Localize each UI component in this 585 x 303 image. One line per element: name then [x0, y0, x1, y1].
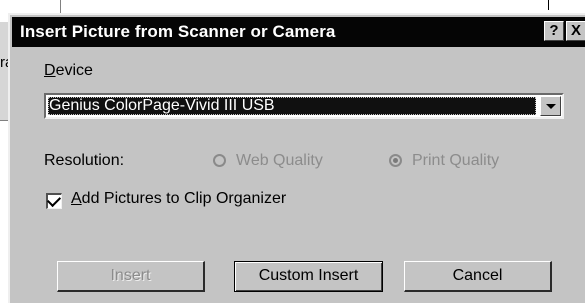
screen: ra , Insert Picture from Scanner or Came… — [0, 0, 585, 303]
resolution-label: Resolution: — [44, 152, 125, 169]
device-select-value[interactable]: Genius ColorPage-Vivid III USB — [48, 97, 536, 115]
clip-organizer-checkbox[interactable] — [46, 192, 62, 209]
background-divider — [548, 0, 549, 10]
cancel-button[interactable]: Cancel — [404, 261, 552, 292]
web-quality-label: Web Quality — [236, 152, 323, 169]
insert-picture-dialog: Insert Picture from Scanner or Camera ? … — [8, 13, 585, 303]
dialog-title: Insert Picture from Scanner or Camera — [20, 22, 336, 41]
custom-insert-label: Custom Insert — [258, 267, 359, 284]
device-select[interactable]: Genius ColorPage-Vivid III USB — [44, 93, 564, 119]
title-bar[interactable]: Insert Picture from Scanner or Camera ? … — [12, 17, 585, 47]
checkmark-icon — [46, 192, 62, 208]
clip-organizer-label[interactable]: Add Pictures to Clip Organizer — [71, 190, 286, 208]
web-quality-radio[interactable] — [213, 154, 226, 167]
close-icon[interactable]: X — [566, 21, 585, 41]
chevron-down-icon[interactable] — [540, 96, 561, 116]
print-quality-radio[interactable] — [389, 154, 402, 167]
insert-button[interactable]: Insert — [57, 261, 205, 292]
help-icon[interactable]: ? — [544, 21, 564, 41]
print-quality-label: Print Quality — [412, 152, 500, 169]
custom-insert-button[interactable]: Custom Insert — [234, 261, 383, 292]
device-label: Device — [44, 62, 93, 79]
